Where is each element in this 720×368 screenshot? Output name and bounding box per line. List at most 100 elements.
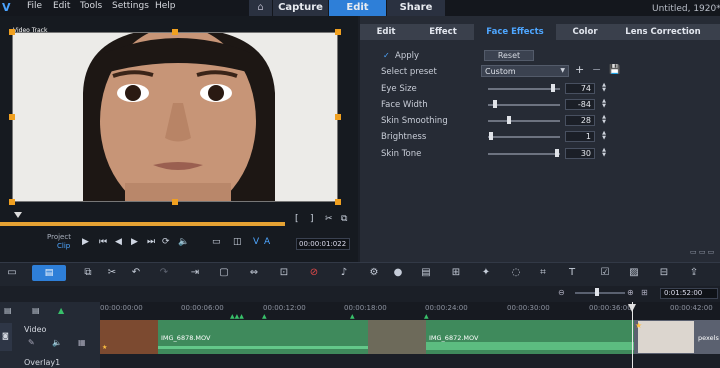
- split-icon[interactable]: ✂: [325, 214, 333, 224]
- mark-in-icon[interactable]: [: [295, 214, 299, 224]
- face-width-slider-knob[interactable]: [493, 100, 497, 108]
- play-icon[interactable]: ▶: [82, 237, 89, 247]
- redo-icon[interactable]: ↷: [156, 266, 172, 280]
- trim-icon[interactable]: ⇔: [246, 266, 262, 280]
- timeline-view-icon[interactable]: ▤: [32, 265, 66, 281]
- zoom-in-icon[interactable]: ⊕: [627, 288, 634, 297]
- skin-tone-spinner-icon[interactable]: ▲ ▼: [601, 148, 607, 159]
- reset-button[interactable]: Reset: [484, 50, 534, 61]
- menu-file[interactable]: File: [27, 1, 42, 11]
- tab-edit-options[interactable]: Edit: [360, 24, 412, 40]
- face-width-value[interactable]: -84: [565, 99, 595, 110]
- go-start-icon[interactable]: ⏮: [99, 237, 107, 247]
- record-screen-icon[interactable]: ▢: [216, 266, 232, 280]
- prev-frame-icon[interactable]: ◀: [115, 237, 122, 247]
- auto-music-icon[interactable]: ⚙: [366, 266, 382, 280]
- subtitle-icon[interactable]: ▤: [418, 266, 434, 280]
- add-preset-icon[interactable]: +: [575, 63, 584, 76]
- edit-track-icon[interactable]: ✎: [28, 338, 35, 347]
- image-edit-icon[interactable]: ▨: [626, 266, 642, 280]
- tab-share[interactable]: Share: [387, 0, 445, 16]
- eye-size-slider[interactable]: [488, 88, 560, 90]
- panel-view-icon[interactable]: ▭ ▭ ▭: [690, 248, 714, 256]
- go-end-icon[interactable]: ⏭: [147, 237, 155, 247]
- audio-toggle-icon[interactable]: A: [264, 237, 270, 247]
- tools-icon[interactable]: ✂: [104, 266, 120, 280]
- transition-icon[interactable]: ✦: [478, 266, 494, 280]
- ripple-icon[interactable]: ▦: [78, 338, 86, 347]
- repeat-icon[interactable]: ⟳: [162, 237, 170, 247]
- crop-icon[interactable]: ⊡: [276, 266, 292, 280]
- add-marker-icon[interactable]: ▲: [58, 306, 64, 315]
- zoom-out-icon[interactable]: ⊖: [558, 288, 565, 297]
- volume-icon[interactable]: 🔈: [178, 237, 189, 247]
- video-preview[interactable]: [12, 32, 338, 202]
- zoom-slider-knob[interactable]: [595, 288, 599, 296]
- clip-pexels[interactable]: ★ pexels: [634, 320, 720, 354]
- tab-color[interactable]: Color: [558, 24, 612, 40]
- playhead-marker[interactable]: [14, 212, 22, 218]
- zoom-timecode[interactable]: 0:01:52:00: [660, 288, 718, 299]
- storyboard-view-icon[interactable]: ▭: [4, 266, 20, 280]
- record-icon[interactable]: ⊘: [306, 266, 322, 280]
- aspect-icon[interactable]: ◫: [233, 237, 242, 247]
- skin-smoothing-value[interactable]: 28: [565, 115, 595, 126]
- resize-handle[interactable]: [172, 29, 178, 35]
- video-toggle-icon[interactable]: V: [253, 237, 259, 247]
- remove-preset-icon[interactable]: −: [592, 63, 601, 76]
- brightness-slider[interactable]: [488, 136, 560, 138]
- grid-icon[interactable]: ⊟: [656, 266, 672, 280]
- tab-effect[interactable]: Effect: [414, 24, 472, 40]
- eye-size-value[interactable]: 74: [565, 83, 595, 94]
- brightness-spinner-icon[interactable]: ▲ ▼: [601, 131, 607, 142]
- skin-tone-slider-knob[interactable]: [555, 149, 559, 157]
- fit-timeline-icon[interactable]: ⇥: [187, 266, 203, 280]
- copy-icon[interactable]: ⧉: [80, 266, 96, 280]
- preset-select[interactable]: Custom ▼: [481, 65, 569, 77]
- export-icon[interactable]: ⇪: [686, 266, 702, 280]
- menu-help[interactable]: Help: [155, 1, 176, 11]
- next-frame-icon[interactable]: ▶: [131, 237, 138, 247]
- resize-handle[interactable]: [335, 199, 341, 205]
- face-width-slider[interactable]: [488, 104, 560, 106]
- resize-handle[interactable]: [9, 29, 15, 35]
- multicam-icon[interactable]: ⊞: [448, 266, 464, 280]
- resize-handle[interactable]: [335, 114, 341, 120]
- home-icon[interactable]: ⌂: [249, 0, 272, 16]
- resize-handle[interactable]: [9, 199, 15, 205]
- eye-size-slider-knob[interactable]: [551, 84, 555, 92]
- fit-project-icon[interactable]: ⊞: [641, 288, 648, 297]
- resize-handle[interactable]: [335, 29, 341, 35]
- track-manager-icon[interactable]: ▤: [4, 306, 12, 315]
- tab-edit[interactable]: Edit: [329, 0, 386, 16]
- chapter-icon[interactable]: ▤: [32, 306, 40, 315]
- resize-preview-icon[interactable]: ⧉: [341, 214, 347, 224]
- resize-handle[interactable]: [172, 199, 178, 205]
- skin-smoothing-slider[interactable]: [488, 120, 560, 122]
- eye-size-spinner-icon[interactable]: ▲ ▼: [601, 83, 607, 94]
- brightness-slider-knob[interactable]: [489, 132, 493, 140]
- checklist-icon[interactable]: ☑: [597, 266, 613, 280]
- undo-icon[interactable]: ↶: [128, 266, 144, 280]
- skin-tone-slider[interactable]: [488, 153, 560, 155]
- clip-img-6878[interactable]: ★ IMG_6878.MOV: [100, 320, 368, 354]
- marker-icon[interactable]: ▲: [262, 313, 267, 320]
- apply-checkbox[interactable]: ✓: [383, 51, 390, 60]
- project-mode-label[interactable]: Project: [47, 233, 71, 241]
- mute-track-icon[interactable]: 🔈: [52, 338, 62, 347]
- skin-smoothing-slider-knob[interactable]: [507, 116, 511, 124]
- face-width-spinner-icon[interactable]: ▲ ▼: [601, 99, 607, 110]
- audio-mixer-icon[interactable]: ♪: [336, 266, 352, 280]
- resize-handle[interactable]: [9, 114, 15, 120]
- tab-capture[interactable]: Capture: [273, 0, 328, 16]
- motion-icon[interactable]: ●: [390, 266, 406, 280]
- mask-icon[interactable]: ◌: [508, 266, 524, 280]
- zoom-slider[interactable]: [575, 292, 625, 294]
- menu-tools[interactable]: Tools: [80, 1, 102, 11]
- save-preset-icon[interactable]: 💾: [609, 65, 620, 75]
- tab-face-effects[interactable]: Face Effects: [474, 24, 556, 40]
- tracking-icon[interactable]: ⌗: [535, 266, 551, 280]
- timecode-display[interactable]: 00:00:01:022: [296, 238, 350, 250]
- marker-icon[interactable]: ▲: [350, 313, 355, 320]
- skin-smoothing-spinner-icon[interactable]: ▲ ▼: [601, 115, 607, 126]
